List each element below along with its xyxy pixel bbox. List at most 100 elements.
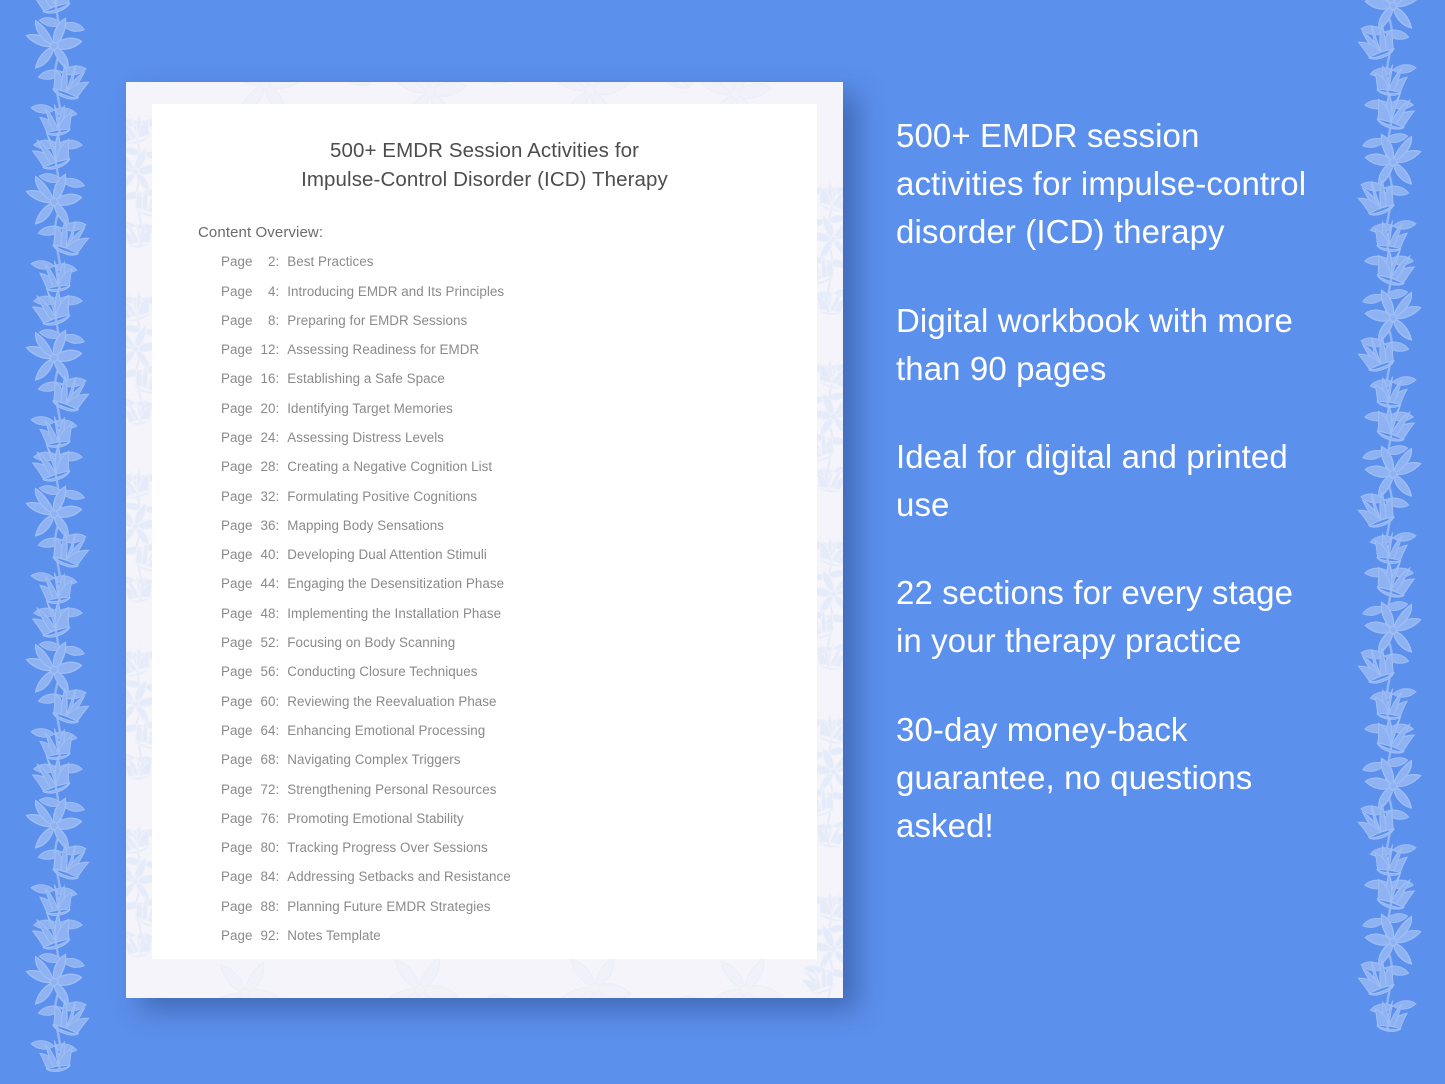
toc-page-word: Page: [221, 254, 253, 270]
toc-page-word: Page: [221, 342, 253, 358]
document-page: 500+ EMDR Session Activities for Impulse…: [152, 104, 817, 959]
toc-entry-title: Assessing Distress Levels: [287, 430, 445, 445]
toc-colon: :: [275, 371, 280, 387]
toc-page-word: Page: [221, 283, 253, 299]
toc-entry-title: Enhancing Emotional Processing: [287, 722, 486, 738]
toc-page-number: 36: [260, 517, 276, 533]
table-of-contents-row: Page 76: Promoting Emotional Stability: [221, 810, 817, 841]
toc-entry-title: Strengthening Personal Resources: [287, 781, 497, 797]
table-of-contents-row: Page 20: Identifying Target Memories: [221, 400, 817, 431]
product-listing-canvas: 500+ EMDR Session Activities for Impulse…: [0, 0, 1445, 1084]
content-overview-label: Content Overview:: [198, 224, 324, 242]
toc-page-word: Page: [221, 781, 253, 797]
table-of-contents-row: Page 80: Tracking Progress Over Sessions: [221, 841, 817, 870]
toc-page-word: Page: [221, 752, 253, 768]
floral-vine-icon: [1321, 0, 1445, 1084]
toc-entry-title: Assessing Readiness for EMDR: [287, 342, 480, 358]
toc-page-number: 4: [267, 283, 276, 299]
document-preview-card[interactable]: 500+ EMDR Session Activities for Impulse…: [126, 82, 843, 998]
table-of-contents-row: Page 2: Best Practices: [221, 255, 817, 284]
toc-page-number: 44: [260, 576, 276, 592]
table-of-contents-row: Page 44: Engaging the Desensitization Phas…: [221, 577, 817, 606]
toc-page-number: 68: [260, 752, 276, 768]
toc-colon: :: [275, 810, 280, 826]
marketing-bullet: 22 sections for every stage in your ther…: [896, 574, 1294, 660]
toc-page-word: Page: [221, 312, 253, 328]
toc-entry-title: Establishing a Safe Space: [287, 371, 445, 387]
floral-vine-icon: [0, 0, 126, 1084]
toc-page-number: 60: [260, 693, 276, 709]
toc-colon: :: [275, 840, 280, 856]
toc-colon: :: [275, 635, 280, 651]
toc-entry-title: Formulating Positive Cognitions: [287, 488, 478, 504]
toc-colon: :: [275, 722, 280, 738]
toc-entry-title: Focusing on Body Scanning: [287, 635, 456, 651]
toc-entry-title: Promoting Emotional Stability: [287, 810, 464, 826]
toc-colon: :: [275, 869, 280, 885]
toc-page-number: 72: [260, 781, 276, 797]
toc-page-word: Page: [221, 898, 253, 914]
table-of-contents-row: Page 40: Developing Dual Attention Stimuli: [221, 548, 817, 577]
table-of-contents-row: Page 8: Preparing for EMDR Sessions: [221, 312, 817, 343]
toc-page-word: Page: [221, 664, 253, 680]
toc-entry-title: Engaging the Desensitization Phase: [287, 576, 505, 592]
toc-colon: :: [275, 752, 280, 768]
toc-page-word: Page: [221, 605, 253, 621]
table-of-contents-row: Page 52: Focusing on Body Scanning: [221, 636, 817, 665]
toc-page-number: 48: [260, 605, 276, 621]
table-of-contents-row: Page 92: Notes Template: [221, 929, 817, 958]
toc-entry-title: Creating a Negative Cognition List: [287, 459, 493, 475]
toc-page-number: 64: [260, 722, 276, 738]
toc-page-number: 52: [260, 635, 276, 651]
toc-page-word: Page: [221, 547, 253, 563]
table-of-contents-row: Page 16: Establishing a Safe Space: [221, 372, 817, 401]
toc-page-number: 92: [260, 928, 276, 944]
marketing-bullet: 500+ EMDR session activities for impulse…: [896, 117, 1307, 251]
toc-page-number: 84: [260, 869, 276, 885]
table-of-contents-row: Page 88: Planning Future EMDR Strategies: [221, 898, 817, 929]
toc-entry-title: Identifying Target Memories: [287, 400, 453, 416]
toc-entry-title: Navigating Complex Triggers: [287, 752, 461, 768]
table-of-contents-row: Page 84: Addressing Setbacks and Resistanc…: [221, 870, 817, 899]
table-of-contents-row: Page 24: Assessing Distress Levels: [221, 431, 817, 460]
toc-entry-title: Planning Future EMDR Strategies: [287, 898, 491, 914]
table-of-contents-list: Page 2: Best Practices Page 4: Introducing EM…: [152, 241, 817, 958]
toc-entry-title: Conducting Closure Techniques: [287, 664, 478, 680]
toc-entry-title: Reviewing the Reevaluation Phase: [287, 693, 497, 709]
table-of-contents-row: Page 4: Introducing EMDR and Its Principle…: [221, 283, 817, 314]
toc-entry-title: Best Practices: [287, 254, 374, 270]
table-of-contents-row: Page 36: Mapping Body Sensations: [221, 517, 817, 548]
page-title: 500+ EMDR Session Activities for Impulse…: [152, 104, 817, 194]
toc-page-word: Page: [221, 693, 253, 709]
toc-page-word: Page: [221, 400, 253, 416]
table-of-contents-row: Page 68: Navigating Complex Triggers: [221, 753, 817, 782]
toc-page-number: 56: [260, 664, 276, 680]
toc-colon: :: [275, 781, 280, 797]
table-of-contents-row: Page 72: Strengthening Personal Resources: [221, 781, 817, 812]
table-of-contents-row: Page 56: Conducting Closure Techniques: [221, 665, 817, 694]
toc-page-word: Page: [221, 635, 253, 651]
table-of-contents-row: Page 12: Assessing Readiness for EMDR: [221, 343, 817, 372]
marketing-bullet: Digital workbook with more than 90 pages: [896, 301, 1293, 387]
toc-page-number: 24: [260, 430, 276, 445]
toc-page-number: 8: [267, 312, 276, 328]
toc-page-word: Page: [221, 840, 253, 856]
toc-page-number: 16: [260, 371, 276, 387]
toc-entry-title: Mapping Body Sensations: [287, 517, 444, 533]
toc-page-word: Page: [221, 576, 253, 592]
table-of-contents-row: Page 64: Enhancing Emotional Processing: [221, 724, 817, 753]
table-of-contents-row: Page 28: Creating a Negative Cognition Lis…: [221, 460, 817, 489]
toc-page-word: Page: [221, 869, 253, 885]
toc-page-word: Page: [221, 459, 253, 475]
toc-colon: :: [275, 254, 280, 270]
toc-colon: :: [275, 283, 280, 299]
toc-page-word: Page: [221, 928, 253, 944]
toc-colon: :: [275, 342, 280, 358]
toc-page-number: 2: [267, 254, 276, 270]
toc-entry-title: Developing Dual Attention Stimuli: [287, 547, 487, 563]
toc-colon: :: [275, 459, 280, 475]
toc-colon: :: [275, 430, 280, 445]
table-of-contents-row: Page 60: Reviewing the Reevaluation Phase: [221, 693, 817, 724]
toc-entry-title: Implementing the Installation Phase: [287, 605, 502, 621]
toc-colon: :: [275, 928, 280, 944]
